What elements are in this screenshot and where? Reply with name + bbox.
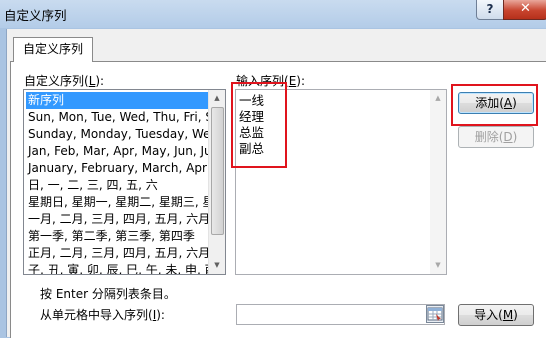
delete-button[interactable]: 删除(D) [458,126,534,148]
list-item[interactable]: Jan, Feb, Mar, Apr, May, Jun, Jul [26,143,210,160]
import-label: 从单元格中导入序列(I): [40,308,165,322]
list-item[interactable]: 正月, 二月, 三月, 四月, 五月, 六月 [26,245,210,262]
custom-lists-label: 自定义序列(L): [24,74,105,88]
annotation-box-entries [231,82,287,168]
list-item[interactable]: 新序列 [26,92,210,109]
entries-scrollbar[interactable]: ▲ ▼ [430,90,446,274]
title-bar [0,0,546,28]
import-button[interactable]: 导入(M) [458,304,534,326]
list-item[interactable]: Sunday, Monday, Tuesday, Wednesday [26,126,210,143]
list-item[interactable]: Sun, Mon, Tue, Wed, Thu, Fri, Sat [26,109,210,126]
scroll-down-arrow-icon[interactable]: ▼ [209,257,225,273]
list-item[interactable]: 一月, 二月, 三月, 四月, 五月, 六月 [26,211,210,228]
range-selector-icon[interactable] [426,305,444,323]
scroll-up-arrow-icon[interactable]: ▲ [209,90,225,106]
enter-hint-text: 按 Enter 分隔列表条目。 [40,287,176,301]
list-item[interactable]: 星期日, 星期一, 星期二, 星期三, 星期四 [26,194,210,211]
list-item[interactable]: January, February, March, April [26,160,210,177]
custom-lists-listbox[interactable]: 新序列 Sun, Mon, Tue, Wed, Thu, Fri, Sat Sund… [23,89,226,275]
scroll-up-arrow-icon[interactable]: ▲ [430,90,446,106]
list-item[interactable]: 子, 丑, 寅, 卯, 辰, 巳, 午, 未, 申, 酉 [26,262,210,274]
annotation-box-add [451,84,538,126]
close-button[interactable]: ✕ [503,0,546,20]
import-range-input[interactable] [236,304,445,325]
scroll-thumb[interactable] [211,107,224,235]
list-item[interactable]: 日, 一, 二, 三, 四, 五, 六 [26,177,210,194]
help-button[interactable]: ? [476,0,504,20]
scroll-down-arrow-icon[interactable]: ▼ [430,257,446,273]
tab-custom-lists[interactable]: 自定义序列 [13,37,93,62]
window-title: 自定义序列 [4,8,67,23]
list-item[interactable]: 第一季, 第二季, 第三季, 第四季 [26,228,210,245]
custom-lists-scrollbar[interactable]: ▲ ▼ [208,90,225,274]
